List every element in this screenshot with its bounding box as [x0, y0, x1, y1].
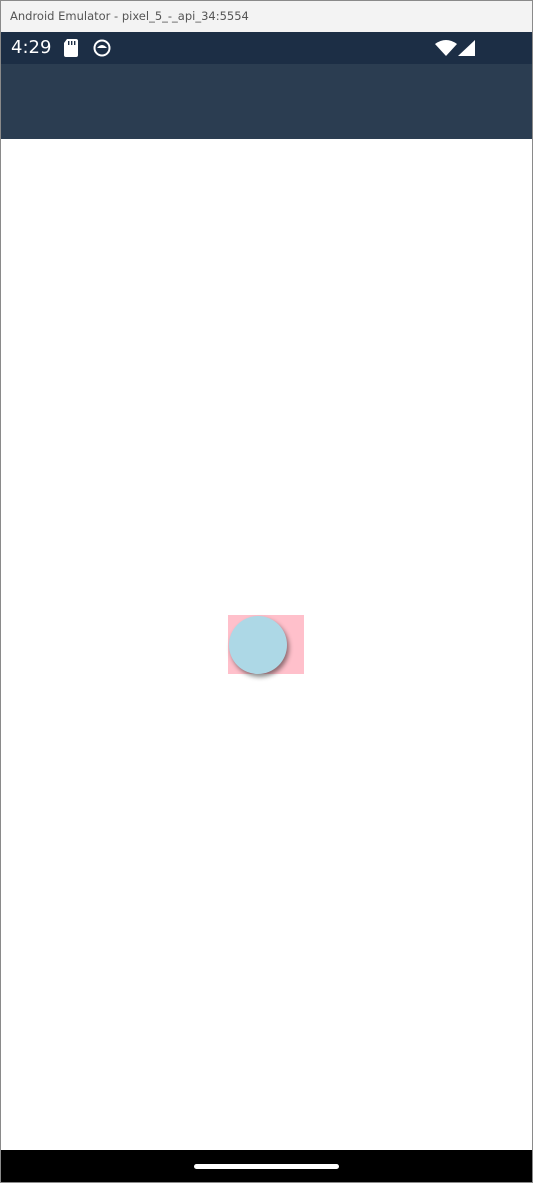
- navigation-bar: [1, 1150, 532, 1182]
- status-bar: 4:29: [1, 32, 532, 64]
- notification-icon: [93, 39, 111, 57]
- window-title-bar: Android Emulator - pixel_5_-_api_34:5554: [1, 1, 532, 32]
- blue-circle[interactable]: [229, 616, 287, 674]
- sd-card-icon: [64, 39, 78, 57]
- window-title: Android Emulator - pixel_5_-_api_34:5554: [10, 9, 249, 23]
- wifi-icon: [435, 40, 457, 56]
- home-gesture-handle[interactable]: [194, 1164, 339, 1169]
- app-bar: [1, 64, 532, 139]
- cellular-signal-icon: [458, 40, 475, 56]
- status-time: 4:29: [11, 37, 52, 58]
- pink-container: [228, 615, 304, 674]
- emulator-window: Android Emulator - pixel_5_-_api_34:5554…: [0, 0, 533, 1183]
- page-content: [1, 139, 532, 1150]
